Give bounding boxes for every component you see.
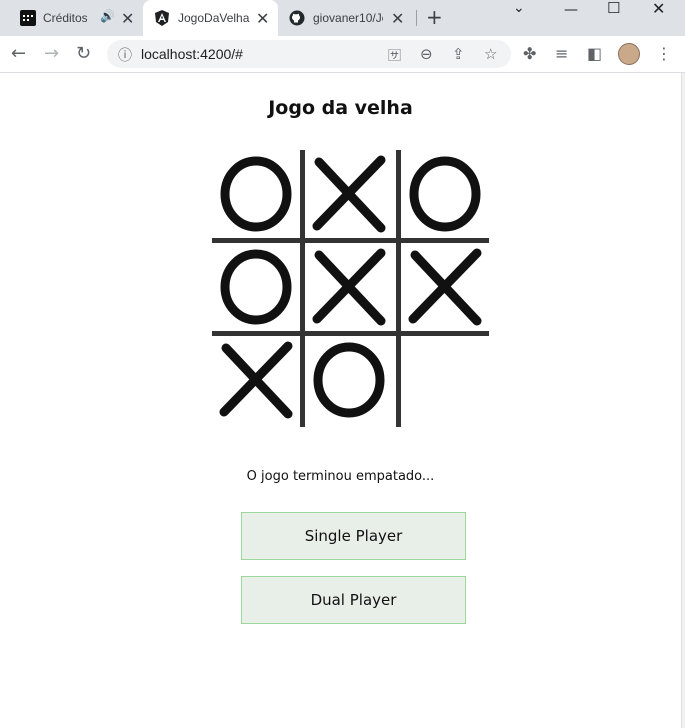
back-button[interactable]: ← <box>11 44 26 64</box>
avatar[interactable] <box>618 43 640 65</box>
extensions-icon[interactable]: ✤ <box>523 44 536 63</box>
x-mark <box>408 248 482 326</box>
o-mark <box>220 156 292 232</box>
board-cell[interactable] <box>212 336 300 424</box>
minimize-button[interactable]: — <box>564 2 578 18</box>
page-content: Jogo da velha O jogo terminou empatado..… <box>0 73 681 728</box>
board-cell[interactable] <box>212 243 300 331</box>
close-window-button[interactable]: ✕ <box>652 0 665 18</box>
game-status: O jogo terminou empatado... <box>246 469 435 484</box>
deezer-icon <box>20 10 36 26</box>
dual-player-button[interactable]: Dual Player <box>241 576 466 624</box>
tab-strip: Créditos 🔊 ✕ JogoDaVelha ✕ giovaner10/Jo… <box>0 0 685 36</box>
tab-title: giovaner10/Jo <box>313 11 383 25</box>
board-cell[interactable] <box>305 336 393 424</box>
address-bar[interactable]: ⓘ localhost:4200/# 🈂 ⊖ ⇪ ☆ <box>107 40 511 68</box>
board-cell[interactable] <box>305 150 393 238</box>
tab-divider <box>416 10 417 26</box>
chevron-down-icon[interactable]: ⌄ <box>513 0 525 16</box>
zoom-out-icon[interactable]: ⊖ <box>420 45 433 63</box>
board-cell[interactable] <box>401 336 489 424</box>
board-cell[interactable] <box>401 150 489 238</box>
github-icon <box>289 10 305 26</box>
o-mark <box>409 156 481 232</box>
board-cell[interactable] <box>401 243 489 331</box>
bookmark-star-icon[interactable]: ☆ <box>484 45 497 63</box>
page-title: Jogo da velha <box>268 97 413 119</box>
media-queue-icon[interactable]: ≡ <box>555 44 568 63</box>
share-icon[interactable]: ⇪ <box>452 45 465 63</box>
speaker-icon[interactable]: 🔊 <box>100 9 115 23</box>
single-player-button[interactable]: Single Player <box>241 512 466 560</box>
tab-creditos[interactable]: Créditos 🔊 ✕ <box>8 0 143 36</box>
reload-button[interactable]: ↻ <box>76 44 91 64</box>
side-panel-icon[interactable]: ◧ <box>587 44 602 63</box>
board-cell[interactable] <box>305 243 393 331</box>
x-mark <box>312 155 386 233</box>
close-icon[interactable]: ✕ <box>121 9 134 29</box>
tic-tac-toe-board <box>212 150 489 427</box>
tab-github[interactable]: giovaner10/Jo ✕ <box>280 0 415 36</box>
o-mark <box>313 342 385 418</box>
browser-toolbar: ← → ↻ ⓘ localhost:4200/# 🈂 ⊖ ⇪ ☆ ✤ ≡ ◧ ⋮ <box>0 36 685 73</box>
x-mark <box>219 341 293 419</box>
tab-jogodavelha[interactable]: JogoDaVelha ✕ <box>143 0 278 36</box>
menu-icon[interactable]: ⋮ <box>656 44 672 63</box>
url-text[interactable]: localhost:4200/# <box>141 46 243 62</box>
maximize-button[interactable]: ☐ <box>607 0 620 17</box>
translate-icon[interactable]: 🈂 <box>388 45 401 64</box>
info-icon[interactable]: ⓘ <box>118 45 132 65</box>
board-cell[interactable] <box>212 150 300 238</box>
angular-icon <box>155 10 169 26</box>
close-icon[interactable]: ✕ <box>256 9 269 29</box>
x-mark <box>312 248 386 326</box>
close-icon[interactable]: ✕ <box>391 9 404 29</box>
scrollbar[interactable] <box>681 73 685 728</box>
tab-title: Créditos <box>43 11 87 25</box>
forward-button[interactable]: → <box>44 44 59 64</box>
tab-title: JogoDaVelha <box>178 11 250 25</box>
o-mark <box>220 249 292 325</box>
new-tab-button[interactable]: + <box>426 5 443 29</box>
